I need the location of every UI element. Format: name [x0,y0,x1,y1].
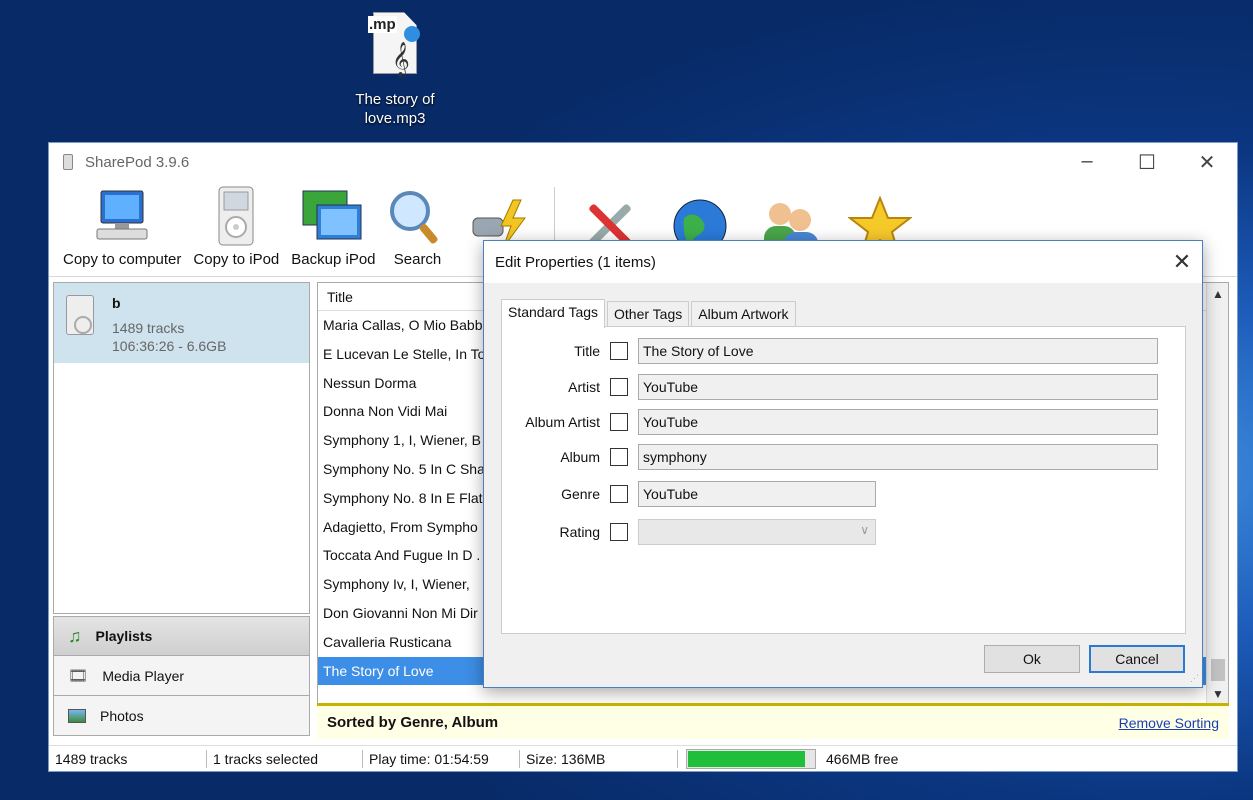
storage-progress-fill [688,750,806,767]
app-icon [63,154,73,170]
treble-clef-icon: 𝄞 [392,42,410,77]
dialog-title: Edit Properties (1 items) [495,253,656,271]
backup-ipod-label: Backup iPod [291,251,376,268]
nav-playlists-label: Playlists [95,628,153,644]
titlebar: SharePod 3.9.6 – ☐ ✕ [49,143,1237,181]
ipod-icon [216,181,256,251]
search-label: Search [393,251,442,268]
close-button[interactable]: ✕ [1177,150,1237,175]
magnifier-icon [388,181,448,251]
status-bar: 1489 tracks 1 tracks selected Play time:… [49,745,1237,771]
film-icon: 🎞 [68,667,89,685]
album-field[interactable] [638,444,1158,470]
desktop-file-icon[interactable]: .mp 𝄞 The story of love.mp3 [340,12,450,128]
sort-text: Sorted by Genre, Album [327,714,499,731]
nav-tabs: ♫ Playlists 🎞 Media Player Photos [53,616,310,736]
album-checkbox[interactable] [610,448,628,466]
scroll-down-icon[interactable]: ▼ [1207,687,1228,701]
copy-to-computer-button[interactable]: Copy to computer [57,181,187,276]
rating-select[interactable]: ∨ [638,519,876,545]
device-tracks: 1489 tracks [112,320,185,336]
copy-to-computer-label: Copy to computer [63,251,182,268]
mp3-badge: .mp [368,16,397,33]
shortcut-arrow-icon [404,26,420,42]
title-checkbox[interactable] [610,342,628,360]
vertical-scrollbar[interactable]: ▲ ▼ [1206,283,1228,705]
title-field[interactable] [638,338,1158,364]
rating-checkbox[interactable] [610,523,628,541]
computer-icon [95,181,149,251]
scroll-up-icon[interactable]: ▲ [1207,287,1228,301]
scroll-thumb[interactable] [1211,659,1225,681]
tab-standard-tags[interactable]: Standard Tags [501,299,606,328]
genre-field[interactable] [638,481,876,507]
album-artist-label: Album Artist [525,414,600,430]
nav-photos-label: Photos [100,707,144,724]
status-selected: 1 tracks selected [207,749,363,768]
status-tracks: 1489 tracks [49,749,207,768]
backup-ipod-button[interactable]: Backup iPod [285,181,381,276]
device-entry[interactable]: b 1489 tracks 106:36:26 - 6.6GB [54,283,309,363]
backup-icon [301,181,365,251]
nav-playlists[interactable]: ♫ Playlists [53,616,310,656]
artist-checkbox[interactable] [610,378,628,396]
device-list: b 1489 tracks 106:36:26 - 6.6GB [53,282,310,614]
sort-bar: Sorted by Genre, Album Remove Sorting [317,703,1229,739]
artist-field[interactable] [638,374,1158,400]
cancel-button[interactable]: Cancel [1089,645,1185,673]
standard-tags-pane: Title Artist Album Artist Album Genre Ra… [501,326,1186,634]
nav-media-player-label: Media Player [102,667,185,684]
window-title: SharePod 3.9.6 [85,153,190,171]
rating-label: Rating [559,524,600,540]
nav-media-player[interactable]: 🎞 Media Player [53,656,310,696]
ok-button[interactable]: Ok [984,645,1080,673]
resize-grip-icon[interactable]: ⋰ [1190,673,1199,684]
status-free: 466MB free [826,750,899,767]
genre-label: Genre [561,486,600,502]
artist-label: Artist [568,379,600,395]
picture-icon [68,708,86,723]
music-note-icon: ♫ [68,625,82,646]
copy-to-ipod-button[interactable]: Copy to iPod [187,181,285,276]
nav-photos[interactable]: Photos [53,696,310,736]
device-name: b [112,295,121,311]
genre-checkbox[interactable] [610,485,628,503]
album-artist-field[interactable] [638,409,1158,435]
storage-progress [686,748,816,769]
maximize-button[interactable]: ☐ [1117,150,1177,175]
edit-properties-dialog: Edit Properties (1 items) ✕ Standard Tag… [483,240,1203,688]
album-artist-checkbox[interactable] [610,413,628,431]
tab-other-tags[interactable]: Other Tags [607,301,690,327]
album-label: Album [560,449,600,465]
search-button[interactable]: Search [382,181,454,276]
title-label: Title [574,343,600,359]
ipod-device-icon [66,295,94,335]
chevron-down-icon: ∨ [860,523,869,537]
status-size: Size: 136MB [520,749,678,768]
remove-sorting-link[interactable]: Remove Sorting [1119,715,1219,731]
left-panel: b 1489 tracks 106:36:26 - 6.6GB ♫ Playli… [53,282,310,742]
minimize-button[interactable]: – [1057,150,1117,175]
dialog-close-icon[interactable]: ✕ [1162,249,1202,275]
copy-to-ipod-label: Copy to iPod [193,251,280,268]
status-playtime: Play time: 01:54:59 [363,749,520,768]
dialog-titlebar: Edit Properties (1 items) ✕ [484,241,1202,283]
dialog-tabs: Standard Tags Other Tags Album Artwork [501,299,798,328]
tab-album-artwork[interactable]: Album Artwork [691,301,796,327]
desktop-file-label: The story of love.mp3 [355,91,435,127]
device-info: 106:36:26 - 6.6GB [112,338,227,354]
